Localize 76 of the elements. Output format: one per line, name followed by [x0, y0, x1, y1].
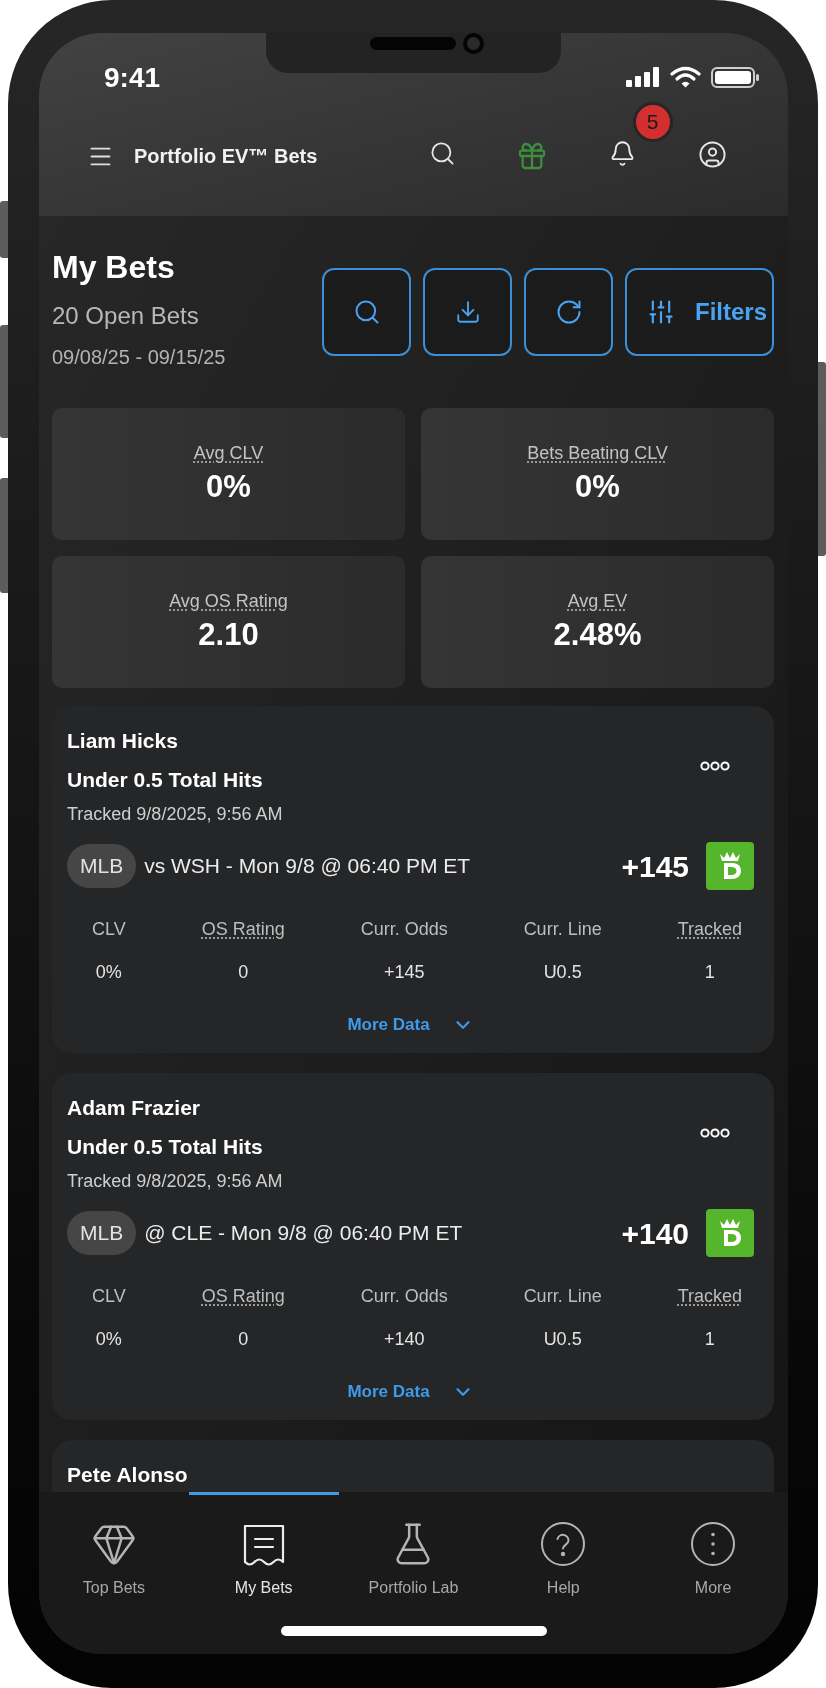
signal-icon — [626, 67, 660, 87]
help-icon — [540, 1521, 587, 1567]
ellipsis-icon — [700, 1127, 730, 1139]
metric-value: U0.5 — [543, 961, 582, 984]
gift-button[interactable] — [516, 140, 548, 172]
metric-value: U0.5 — [543, 1328, 582, 1351]
search-icon — [428, 140, 456, 167]
download-button[interactable] — [423, 268, 512, 356]
metric-label: OS Rating — [201, 918, 285, 941]
notification-badge: 5 — [632, 102, 673, 142]
metric-label: CLV — [92, 1285, 126, 1308]
metric-label: Tracked — [677, 1285, 742, 1308]
metric-value: 0 — [238, 1328, 249, 1351]
bet-odds: +140 — [621, 1215, 689, 1252]
metric-value: 0% — [95, 961, 122, 984]
ellipsis-icon — [700, 760, 730, 772]
open-bets-count: 20 Open Bets — [52, 302, 199, 330]
market-name: Under 0.5 Total Hits — [67, 1134, 263, 1160]
filters-button[interactable]: Filters — [625, 268, 774, 356]
download-icon — [454, 299, 481, 325]
tracked-time: Tracked 9/8/2025, 9:56 AM — [67, 1170, 283, 1193]
player-name: Pete Alonso — [67, 1462, 188, 1488]
metric-value: 0 — [238, 961, 249, 984]
nav-tab[interactable]: Top Bets — [39, 1492, 189, 1598]
more-data-button[interactable]: More Data — [347, 1013, 474, 1037]
logo-icon — [706, 1209, 754, 1257]
metric-value: +145 — [383, 961, 425, 984]
metric-label: Curr. Odds — [360, 1285, 448, 1308]
player-name: Adam Frazier — [67, 1095, 201, 1121]
search-button[interactable] — [322, 268, 411, 356]
status-time: 9:41 — [104, 61, 161, 95]
league-tag: MLB — [67, 844, 137, 888]
stat-label: Avg EV — [567, 590, 628, 612]
stat-label: Avg CLV — [193, 442, 264, 464]
league-tag: MLB — [67, 1211, 137, 1255]
metric-label: OS Rating — [201, 1285, 285, 1308]
metric-label: Curr. Line — [523, 1285, 602, 1308]
metric-value: 0% — [95, 1328, 122, 1351]
market-name: Under 0.5 Total Hits — [67, 767, 263, 793]
wifi-icon — [670, 66, 701, 88]
metric-label: CLV — [92, 918, 126, 941]
nav-tab[interactable]: My Bets — [188, 1492, 339, 1598]
stat-value: 0% — [206, 469, 251, 505]
stat-value: 2.48% — [553, 617, 642, 653]
more-options-button[interactable] — [700, 1127, 730, 1139]
game-info: @ CLE - Mon 9/8 @ 06:40 PM ET — [144, 1220, 463, 1247]
game-info: vs WSH - Mon 9/8 @ 06:40 PM ET — [144, 853, 471, 880]
more-options-button[interactable] — [700, 760, 730, 772]
user-icon — [697, 140, 727, 169]
more-data-button[interactable]: More Data — [347, 1380, 474, 1404]
gift-icon — [516, 140, 548, 172]
metric-value: 1 — [704, 961, 715, 984]
more-icon — [690, 1521, 737, 1567]
date-range: 09/08/25 - 09/15/25 — [52, 345, 226, 370]
nav-tab[interactable]: Help — [488, 1492, 639, 1598]
refresh-button[interactable] — [524, 268, 613, 356]
metric-label: Curr. Odds — [360, 918, 448, 941]
metric-label: Tracked — [677, 918, 742, 941]
page-title: My Bets — [52, 248, 175, 286]
logo-icon — [706, 842, 754, 890]
stat-label: Bets Beating CLV — [527, 442, 668, 464]
metric-label: Curr. Line — [523, 918, 602, 941]
nav-tab[interactable]: More — [638, 1492, 788, 1598]
stat-value: 0% — [575, 469, 620, 505]
side-button-drawing — [0, 201, 8, 258]
sliders-icon — [647, 298, 675, 326]
app-title: Portfolio EV™ Bets — [134, 144, 318, 169]
metric-value: 1 — [704, 1328, 715, 1351]
tracked-time: Tracked 9/8/2025, 9:56 AM — [67, 803, 283, 826]
bet-odds: +145 — [621, 848, 689, 885]
nav-tab[interactable]: Portfolio Lab — [338, 1492, 489, 1598]
metric-value: +140 — [383, 1328, 425, 1351]
player-name: Liam Hicks — [67, 728, 178, 754]
battery-icon — [711, 66, 759, 88]
stat-value: 2.10 — [198, 617, 259, 653]
stat-label: Avg OS Rating — [169, 590, 288, 612]
